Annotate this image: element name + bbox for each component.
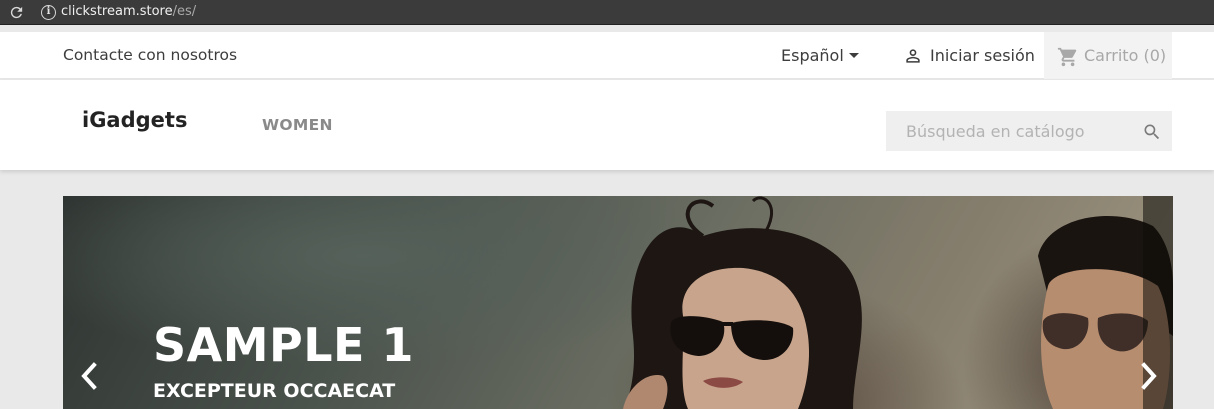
- slide-image: [623, 196, 1173, 409]
- user-icon: [906, 49, 920, 63]
- chevron-left-icon[interactable]: [77, 361, 101, 391]
- login-label: Iniciar sesión: [930, 46, 1035, 65]
- logo[interactable]: iGadgets: [82, 108, 187, 132]
- caret-down-icon: [848, 52, 859, 58]
- cart-button[interactable]: Carrito (0): [1044, 32, 1172, 79]
- cart-icon: [1057, 47, 1077, 67]
- site-header: iGadgets WOMEN: [0, 80, 1214, 170]
- chevron-right-icon[interactable]: [1137, 361, 1161, 391]
- info-icon[interactable]: i: [41, 5, 56, 20]
- search-input[interactable]: [886, 111, 1136, 151]
- top-nav: Contacte con nosotros Español Iniciar se…: [0, 32, 1214, 79]
- url-field[interactable]: clickstream.store/es/: [61, 4, 196, 20]
- url-host: clickstream.store: [61, 4, 173, 19]
- browser-address-bar: i clickstream.store/es/: [0, 0, 1214, 25]
- reload-icon[interactable]: [8, 4, 25, 21]
- slide-subtitle: EXCEPTEUR OCCAECAT: [153, 380, 396, 402]
- cart-label: Carrito (0): [1084, 46, 1167, 65]
- language-label: Español: [781, 46, 844, 65]
- contact-link[interactable]: Contacte con nosotros: [63, 46, 237, 64]
- search-box: [886, 111, 1172, 151]
- hero-carousel: SAMPLE 1 EXCEPTEUR OCCAECAT: [63, 196, 1173, 409]
- url-path: /es/: [172, 4, 197, 19]
- search-icon[interactable]: [1142, 122, 1162, 142]
- menu-item-women[interactable]: WOMEN: [262, 116, 333, 134]
- language-selector[interactable]: Español: [781, 46, 859, 65]
- slide-title: SAMPLE 1: [153, 318, 414, 372]
